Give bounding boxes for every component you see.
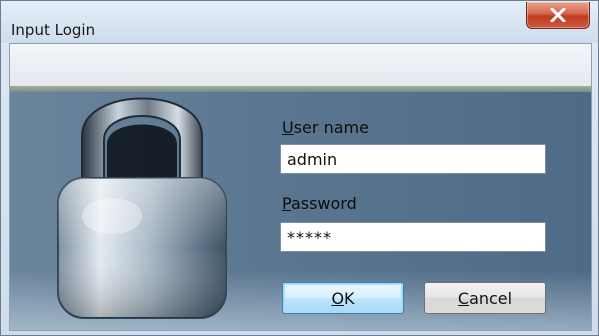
username-input[interactable] [280,144,546,174]
password-label-text: assword [290,194,357,213]
cancel-button[interactable]: Cancel [424,282,546,314]
login-dialog: Input Login User name admin Password ***… [0,0,599,336]
window-title: Input Login [11,21,96,39]
ok-button-label: K [344,288,355,308]
cancel-button-label: ancel [469,288,513,308]
title-bar[interactable]: Input Login [1,1,598,43]
username-label: User name [282,118,369,137]
username-label-accelerator: U [282,118,294,137]
cancel-button-accelerator: C [457,288,470,308]
password-input[interactable] [280,222,546,252]
dialog-client-area: User name Password OK Cancel [9,43,592,331]
ok-button-accelerator: O [331,288,345,308]
password-label: Password [282,194,357,213]
username-label-text: ser name [293,118,369,137]
padlock-icon [57,97,227,319]
close-button[interactable] [526,2,590,29]
ok-button[interactable]: OK [282,282,404,314]
close-icon [550,8,566,22]
password-label-accelerator: P [282,194,291,213]
